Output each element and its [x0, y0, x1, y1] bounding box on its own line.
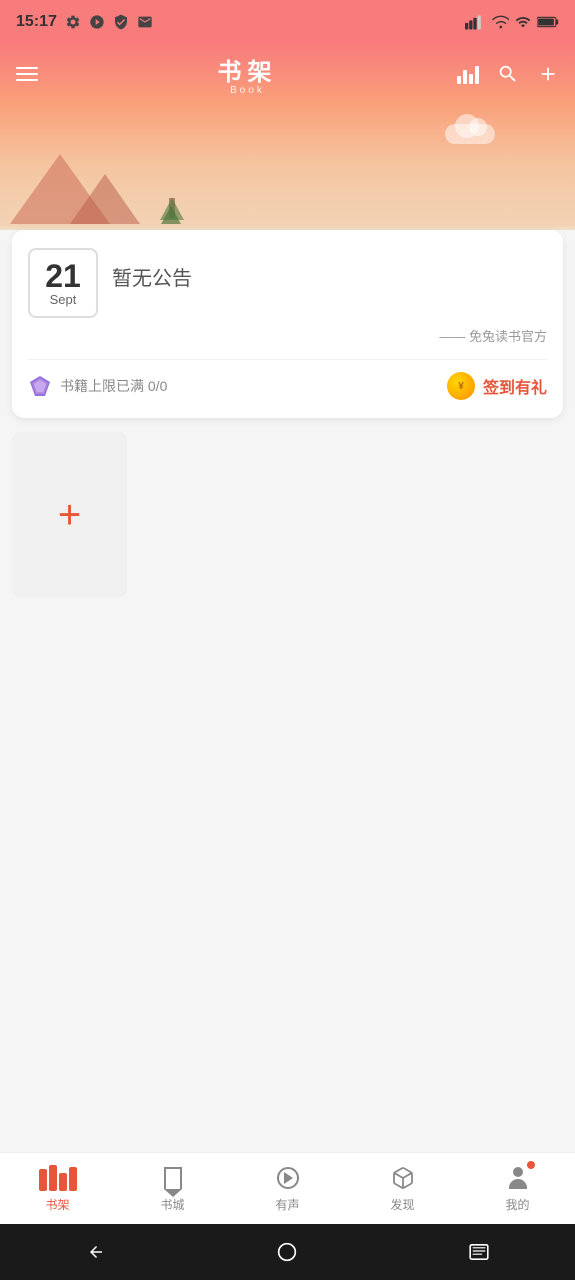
status-bar: 15:17	[0, 0, 575, 44]
mine-icon-container	[504, 1164, 532, 1192]
discover-icon-container	[389, 1164, 417, 1192]
mountain-mid	[70, 174, 140, 224]
cloud-decoration	[445, 124, 495, 144]
person-body	[509, 1179, 527, 1189]
nav-label-bookstore: 书城	[160, 1196, 184, 1213]
announcement-header: 21 Sept 暂无公告	[28, 248, 547, 318]
recents-button[interactable]	[454, 1237, 504, 1267]
gem-icon	[28, 374, 52, 398]
add-book-card[interactable]: +	[12, 432, 127, 597]
add-book-plus-icon[interactable]: +	[58, 495, 81, 535]
header-menu[interactable]	[16, 67, 38, 81]
bookstore-icon	[159, 1164, 187, 1192]
cell-icon	[515, 14, 531, 30]
bottom-nav: 书架 书城 有声 发现	[0, 1152, 575, 1224]
books-icon-active	[39, 1165, 77, 1191]
announcement-card: 21 Sept 暂无公告 —— 免兔读书官方 书籍上限已满 0/0	[12, 230, 563, 418]
battery-icon	[537, 15, 559, 29]
signal-icon	[465, 14, 485, 30]
email-icon	[137, 14, 153, 30]
system-nav	[0, 1224, 575, 1280]
header-actions	[457, 63, 559, 85]
target-icon	[89, 14, 105, 30]
app-title-container: 书架 Book	[218, 52, 278, 96]
app-header: 书架 Book	[0, 44, 575, 104]
nav-label-bookshelf: 书架	[45, 1196, 69, 1213]
audio-icon-container	[274, 1164, 302, 1192]
person-head	[513, 1167, 523, 1177]
announcement-source: —— 免兔读书官方	[28, 326, 547, 345]
tree-decoration	[160, 198, 184, 224]
books-section: +	[12, 432, 563, 607]
coin-icon: ¥	[447, 372, 475, 400]
wifi-icon	[491, 14, 509, 30]
nav-item-bookstore[interactable]: 书城	[115, 1156, 230, 1221]
bookmark-icon	[164, 1167, 182, 1189]
nav-item-mine[interactable]: 我的	[460, 1156, 575, 1221]
hero-banner	[0, 104, 575, 224]
bookshelf-icon	[44, 1164, 72, 1192]
play-icon	[277, 1167, 299, 1189]
check-in-label: 签到有礼	[483, 374, 547, 398]
calendar-month: Sept	[50, 292, 77, 307]
nav-item-audio[interactable]: 有声	[230, 1156, 345, 1221]
book-limit-text: 书籍上限已满 0/0	[60, 376, 167, 396]
nav-item-discover[interactable]: 发现	[345, 1156, 460, 1221]
nav-label-discover: 发现	[390, 1196, 414, 1213]
status-icons-right	[465, 14, 559, 30]
person-icon	[507, 1167, 529, 1189]
book-limit: 书籍上限已满 0/0	[28, 374, 167, 398]
check-in-button[interactable]: ¥ 签到有礼	[447, 372, 547, 400]
nav-label-audio: 有声	[275, 1196, 299, 1213]
cube-icon	[391, 1166, 415, 1190]
back-button[interactable]	[71, 1237, 121, 1267]
app-title-chinese: 书架	[218, 52, 278, 87]
add-icon[interactable]	[537, 63, 559, 85]
book-status-bar: 书籍上限已满 0/0 ¥ 签到有礼	[28, 359, 547, 400]
status-time: 15:17	[16, 13, 57, 31]
app-title-pinyin: Book	[230, 85, 265, 96]
shield-icon	[113, 14, 129, 30]
hamburger-icon[interactable]	[16, 67, 38, 81]
main-content: 21 Sept 暂无公告 —— 免兔读书官方 书籍上限已满 0/0	[0, 230, 575, 607]
nav-item-bookshelf[interactable]: 书架	[0, 1156, 115, 1221]
stats-icon[interactable]	[457, 64, 479, 84]
calendar-icon: 21 Sept	[28, 248, 98, 318]
settings-icon	[65, 14, 81, 30]
calendar-day: 21	[45, 260, 81, 292]
notification-dot	[527, 1161, 535, 1169]
nav-label-mine: 我的	[505, 1196, 529, 1213]
search-icon[interactable]	[497, 63, 519, 85]
announcement-title: 暂无公告	[112, 262, 192, 291]
home-button[interactable]	[262, 1237, 312, 1267]
